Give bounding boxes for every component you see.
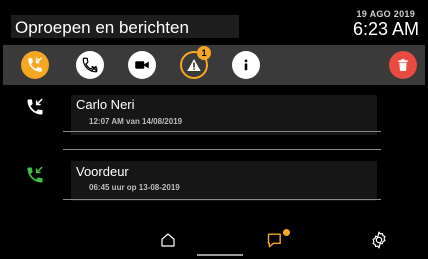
- calls-filter-button[interactable]: [21, 51, 49, 79]
- row-divider: [63, 131, 381, 132]
- message-indicator-dot: [283, 229, 290, 236]
- header: Oproepen en berichten 19 AGO 2019 6:23 A…: [3, 3, 425, 39]
- list-item[interactable]: Carlo Neri 12:07 AM van 14/08/2019: [3, 91, 425, 145]
- row-divider: [63, 199, 381, 200]
- home-button[interactable]: [157, 229, 179, 251]
- home-icon: [161, 233, 175, 247]
- home-indicator-bar: [197, 254, 243, 256]
- call-list: Carlo Neri 12:07 AM van 14/08/2019 Voord…: [3, 91, 425, 211]
- video-camera-icon: [135, 61, 149, 69]
- clock-label: 6:23 AM: [352, 19, 419, 39]
- alert-count-badge: 1: [197, 46, 211, 60]
- missed-call-icon: [82, 57, 98, 73]
- incoming-call-icon: [27, 166, 43, 183]
- filter-toolbar: 1: [3, 45, 425, 85]
- contact-name: Voordeur: [76, 164, 129, 179]
- call-timestamp: 12:07 AM van 14/08/2019: [89, 117, 183, 126]
- page-title: Oproepen en berichten: [15, 18, 189, 37]
- list-item[interactable]: Voordeur 06:45 uur op 13-08-2019: [3, 157, 425, 211]
- app-frame: Oproepen en berichten 19 AGO 2019 6:23 A…: [3, 3, 425, 256]
- info-icon: [244, 59, 248, 71]
- delete-button[interactable]: [389, 51, 417, 79]
- gear-icon: [372, 231, 386, 249]
- row-divider: [63, 149, 381, 150]
- date-label: 19 AGO 2019: [356, 9, 415, 19]
- call-timestamp: 06:45 uur op 13-08-2019: [89, 183, 180, 192]
- warning-icon: [187, 59, 201, 71]
- info-filter-button[interactable]: [232, 51, 260, 79]
- bottom-nav: [3, 221, 425, 256]
- settings-button[interactable]: [368, 229, 390, 251]
- video-filter-button[interactable]: [128, 51, 156, 79]
- missed-calls-filter-button[interactable]: [76, 51, 104, 79]
- incoming-call-icon: [27, 98, 43, 115]
- contact-name: Carlo Neri: [76, 97, 135, 112]
- trash-icon: [398, 59, 408, 71]
- phone-calls-icon: [28, 57, 42, 72]
